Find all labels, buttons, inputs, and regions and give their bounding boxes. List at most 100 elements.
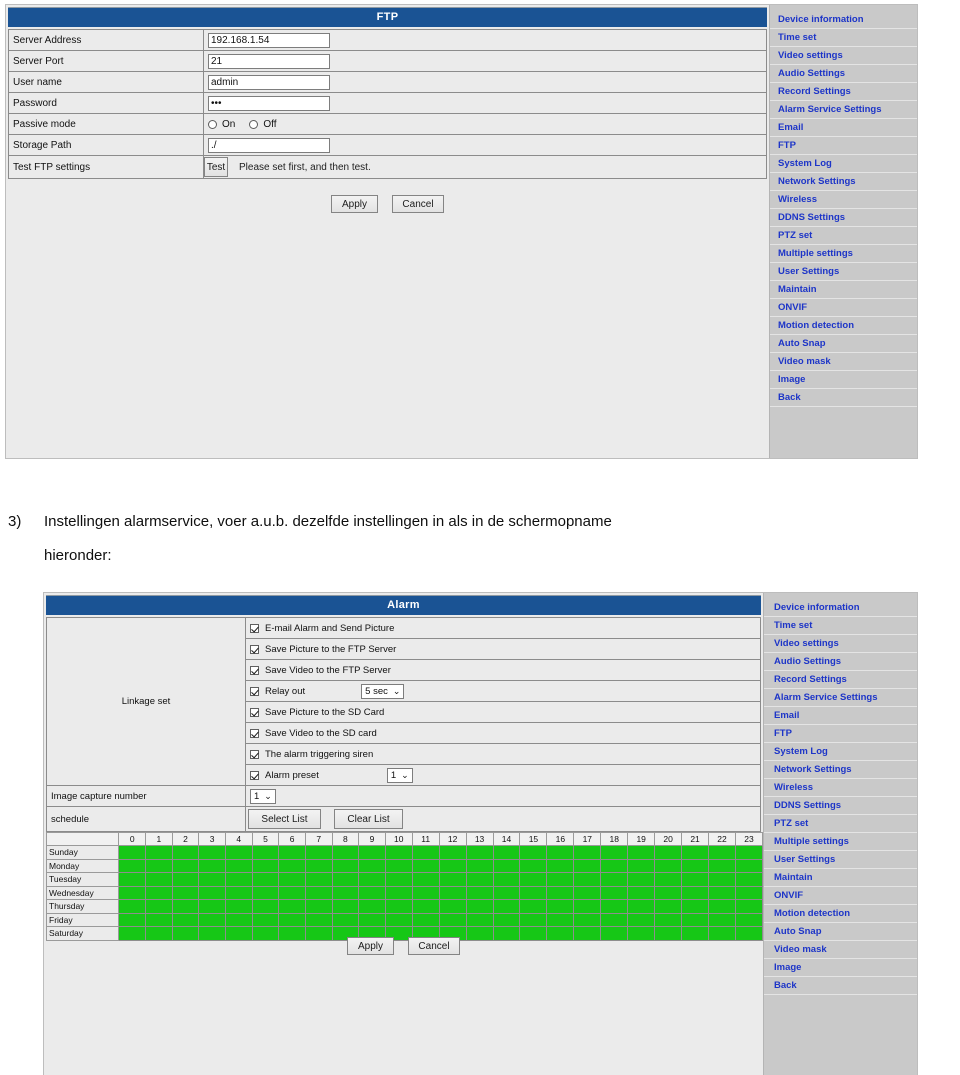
ftp-cancel-button[interactable]: Cancel <box>392 195 444 213</box>
schedule-slot-friday-17[interactable] <box>573 912 602 927</box>
schedule-slot-thursday-4[interactable] <box>224 899 253 914</box>
schedule-slot-thursday-15[interactable] <box>519 899 548 914</box>
schedule-slot-thursday-11[interactable] <box>411 899 440 914</box>
schedule-slot-monday-18[interactable] <box>600 858 629 873</box>
ftp-input-server-address[interactable] <box>208 32 330 48</box>
schedule-slot-friday-14[interactable] <box>492 912 521 927</box>
schedule-slot-tuesday-16[interactable] <box>546 872 575 887</box>
schedule-slot-monday-3[interactable] <box>198 858 226 873</box>
schedule-slot-monday-23[interactable] <box>734 858 763 873</box>
sidebar-item-ptz-set[interactable]: PTZ set <box>764 815 917 833</box>
sidebar-item-user-settings[interactable]: User Settings <box>770 263 917 281</box>
sidebar-item-multiple-settings[interactable]: Multiple settings <box>764 833 917 851</box>
sidebar-item-email[interactable]: Email <box>770 119 917 137</box>
schedule-slot-sunday-4[interactable] <box>224 845 253 860</box>
schedule-slot-sunday-0[interactable] <box>118 845 147 860</box>
sidebar-item-wireless[interactable]: Wireless <box>764 779 917 797</box>
schedule-slot-friday-12[interactable] <box>438 912 467 927</box>
schedule-slot-friday-10[interactable] <box>384 912 413 927</box>
schedule-slot-thursday-20[interactable] <box>654 899 683 914</box>
schedule-slot-monday-0[interactable] <box>118 858 147 873</box>
schedule-slot-thursday-22[interactable] <box>708 899 736 914</box>
passive-mode-radio-on[interactable] <box>208 119 217 129</box>
ftp-input-storage-path[interactable] <box>208 137 330 153</box>
schedule-slot-friday-6[interactable] <box>278 912 306 927</box>
sidebar-item-image[interactable]: Image <box>764 959 917 977</box>
schedule-slot-wednesday-16[interactable] <box>546 885 575 900</box>
alarm-cancel-button[interactable]: Cancel <box>408 937 460 955</box>
schedule-slot-sunday-5[interactable] <box>251 845 280 860</box>
sidebar-item-motion-detection[interactable]: Motion detection <box>770 317 917 335</box>
schedule-slot-tuesday-17[interactable] <box>573 872 602 887</box>
schedule-slot-sunday-7[interactable] <box>304 845 333 860</box>
sidebar-item-onvif[interactable]: ONVIF <box>764 887 917 905</box>
schedule-slot-friday-23[interactable] <box>734 912 763 927</box>
checkbox-save-video-to-the-sd-card[interactable] <box>250 728 259 738</box>
sidebar-item-video-settings[interactable]: Video settings <box>764 635 917 653</box>
schedule-slot-wednesday-18[interactable] <box>600 885 629 900</box>
schedule-slot-thursday-7[interactable] <box>304 899 333 914</box>
sidebar-item-network-settings[interactable]: Network Settings <box>770 173 917 191</box>
schedule-slot-wednesday-7[interactable] <box>304 885 333 900</box>
schedule-slot-thursday-23[interactable] <box>734 899 763 914</box>
schedule-slot-wednesday-20[interactable] <box>654 885 683 900</box>
schedule-slot-monday-15[interactable] <box>519 858 548 873</box>
schedule-slot-sunday-21[interactable] <box>681 845 710 860</box>
schedule-slot-friday-19[interactable] <box>627 912 656 927</box>
schedule-slot-sunday-22[interactable] <box>708 845 736 860</box>
clear-list-button[interactable]: Clear List <box>334 809 403 829</box>
schedule-slot-sunday-12[interactable] <box>438 845 467 860</box>
sidebar-item-auto-snap[interactable]: Auto Snap <box>764 923 917 941</box>
sidebar-item-back[interactable]: Back <box>764 977 917 995</box>
sidebar-item-motion-detection[interactable]: Motion detection <box>764 905 917 923</box>
schedule-slot-thursday-17[interactable] <box>573 899 602 914</box>
schedule-slot-sunday-11[interactable] <box>411 845 440 860</box>
sidebar-item-video-mask[interactable]: Video mask <box>770 353 917 371</box>
schedule-slot-friday-4[interactable] <box>224 912 253 927</box>
schedule-slot-tuesday-9[interactable] <box>358 872 386 887</box>
schedule-slot-sunday-10[interactable] <box>384 845 413 860</box>
schedule-slot-friday-5[interactable] <box>251 912 280 927</box>
schedule-slot-wednesday-22[interactable] <box>708 885 736 900</box>
schedule-slot-friday-8[interactable] <box>331 912 360 927</box>
schedule-slot-sunday-16[interactable] <box>546 845 575 860</box>
schedule-slot-monday-11[interactable] <box>411 858 440 873</box>
schedule-slot-friday-9[interactable] <box>358 912 386 927</box>
schedule-slot-monday-8[interactable] <box>331 858 360 873</box>
sidebar-item-ddns-settings[interactable]: DDNS Settings <box>764 797 917 815</box>
schedule-slot-thursday-12[interactable] <box>438 899 467 914</box>
schedule-slot-wednesday-3[interactable] <box>198 885 226 900</box>
schedule-slot-thursday-2[interactable] <box>171 899 200 914</box>
sidebar-item-time-set[interactable]: Time set <box>764 617 917 635</box>
passive-mode-radio-off[interactable] <box>249 119 259 129</box>
schedule-slot-friday-11[interactable] <box>411 912 440 927</box>
schedule-slot-tuesday-2[interactable] <box>171 872 200 887</box>
schedule-slot-sunday-19[interactable] <box>627 845 656 860</box>
schedule-slot-tuesday-3[interactable] <box>198 872 226 887</box>
dropdown-image-capture-number[interactable]: 1 ⌄ <box>250 788 276 804</box>
schedule-slot-tuesday-22[interactable] <box>708 872 736 887</box>
checkbox-alarm-preset[interactable] <box>250 770 259 780</box>
checkbox-the-alarm-triggering-siren[interactable] <box>250 749 259 759</box>
sidebar-item-audio-settings[interactable]: Audio Settings <box>770 65 917 83</box>
schedule-slot-friday-1[interactable] <box>145 912 173 927</box>
schedule-slot-sunday-1[interactable] <box>145 845 173 860</box>
schedule-slot-tuesday-6[interactable] <box>278 872 306 887</box>
schedule-slot-sunday-6[interactable] <box>278 845 306 860</box>
schedule-slot-wednesday-21[interactable] <box>681 885 710 900</box>
schedule-slot-wednesday-15[interactable] <box>519 885 548 900</box>
schedule-slot-tuesday-12[interactable] <box>438 872 467 887</box>
sidebar-item-video-settings[interactable]: Video settings <box>770 47 917 65</box>
schedule-slot-friday-18[interactable] <box>600 912 629 927</box>
checkbox-save-video-to-the-ftp-server[interactable] <box>250 665 259 675</box>
sidebar-item-auto-snap[interactable]: Auto Snap <box>770 335 917 353</box>
schedule-slot-wednesday-5[interactable] <box>251 885 280 900</box>
schedule-slot-thursday-16[interactable] <box>546 899 575 914</box>
sidebar-item-device-information[interactable]: Device information <box>764 599 917 617</box>
schedule-slot-wednesday-9[interactable] <box>358 885 386 900</box>
schedule-slot-sunday-23[interactable] <box>734 845 763 860</box>
schedule-slot-thursday-19[interactable] <box>627 899 656 914</box>
sidebar-item-record-settings[interactable]: Record Settings <box>764 671 917 689</box>
schedule-slot-tuesday-5[interactable] <box>251 872 280 887</box>
schedule-slot-wednesday-19[interactable] <box>627 885 656 900</box>
